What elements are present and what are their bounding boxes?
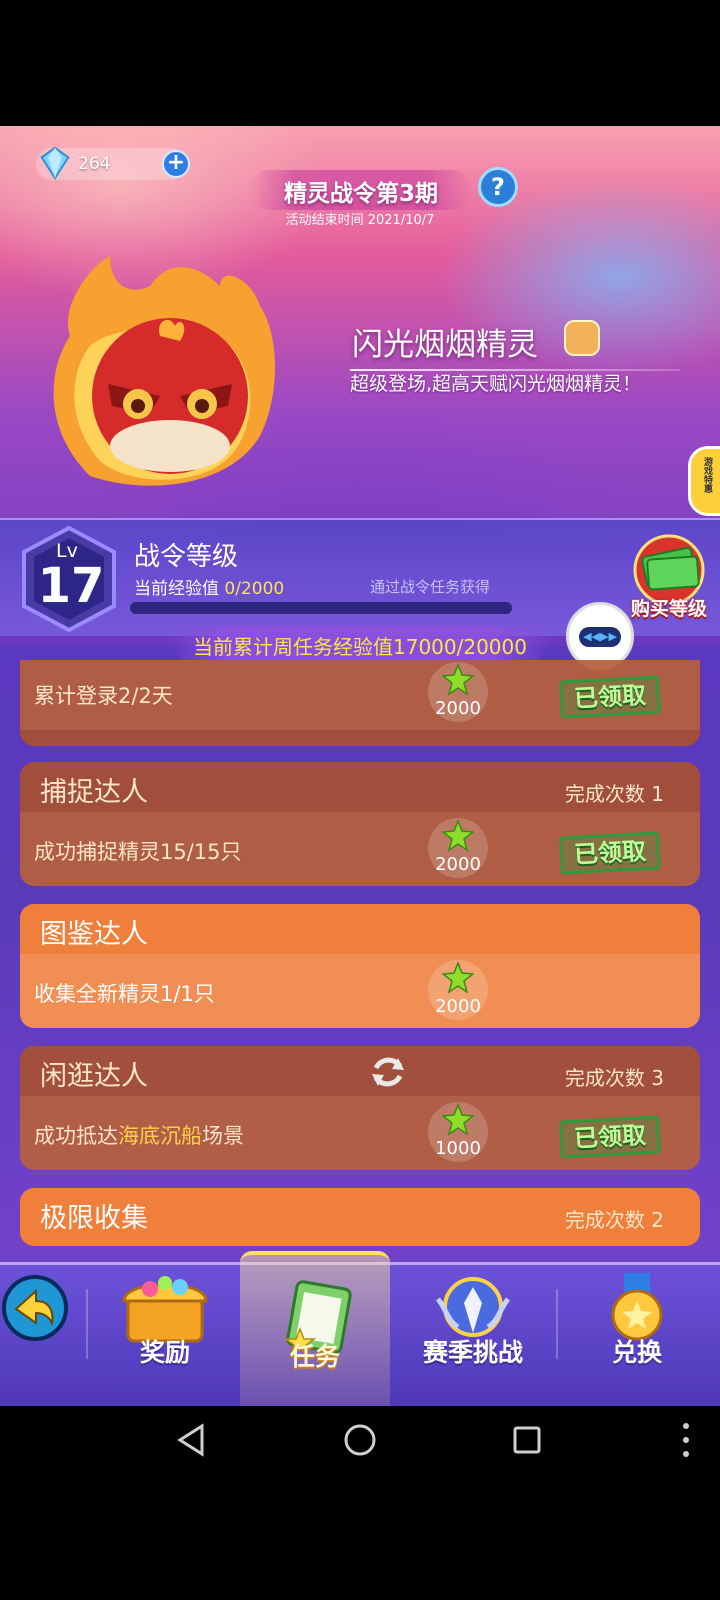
task-body: 成功抵达海底沉船场景 1000 已领取	[20, 1096, 700, 1170]
task-title: 图鉴达人	[40, 919, 148, 950]
side-tab-label: 游戏特惠	[702, 457, 712, 493]
exp-reward: 2000	[428, 662, 488, 722]
task-completion-count: 完成次数 2	[564, 1208, 664, 1232]
desc-text: 场景	[202, 1124, 244, 1148]
exp-star-icon	[442, 1104, 474, 1136]
system-more-icon[interactable]	[676, 1420, 696, 1460]
task-card: 极限收集 完成次数 2	[20, 1188, 700, 1246]
nav-exchange-label: 兑换	[611, 1338, 662, 1367]
desc-location: 海底沉船	[118, 1124, 202, 1148]
nav-tasks[interactable]: 任务	[240, 1251, 390, 1406]
exp-value: 0/2000	[224, 579, 285, 599]
task-body: 累计登录2/2天 2000 已领取	[20, 660, 700, 730]
nav-season-challenge-label: 赛季挑战	[422, 1338, 523, 1367]
task-completion-count: 完成次数 3	[564, 1066, 664, 1090]
creature-name: 闪光烟烟精灵	[352, 327, 538, 363]
event-end-time: 活动结束时间 2021/10/7	[285, 213, 435, 228]
nav-divider	[556, 1289, 558, 1359]
task-description: 收集全新精灵1/1只	[34, 982, 215, 1006]
system-navigation-bar	[0, 1406, 720, 1476]
claimed-stamp: 已领取	[559, 831, 661, 875]
system-back-icon[interactable]	[172, 1420, 212, 1460]
nav-season-challenge[interactable]: 赛季挑战	[398, 1265, 548, 1406]
task-completion-count: 完成次数 1	[564, 782, 664, 806]
task-title: 捕捉达人	[40, 777, 148, 808]
exp-reward: 1000	[428, 1102, 488, 1162]
fire-element-badge	[564, 320, 600, 356]
task-description: 成功抵达海底沉船场景	[34, 1120, 244, 1150]
add-gems-button[interactable]: +	[162, 150, 190, 178]
buy-level-button[interactable]: 购买等级	[622, 532, 716, 628]
exp-hint: 通过战令任务获得	[370, 578, 491, 596]
task-description: 累计登录2/2天	[34, 684, 173, 708]
refresh-icon[interactable]	[368, 1052, 408, 1092]
exp-value: 1000	[435, 1138, 481, 1159]
exp-value: 2000	[435, 698, 481, 719]
system-recents-icon[interactable]	[507, 1420, 547, 1460]
game-screen: 264 + 精灵战令第3期 ? 活动结束时间 2021/10/7 闪光烟烟精灵 …	[0, 126, 720, 1406]
task-card: 图鉴达人 收集全新精灵1/1只 2000	[20, 904, 700, 1028]
claimed-stamp: 已领取	[559, 1115, 661, 1159]
desc-text: 成功抵达	[34, 1124, 118, 1148]
system-home-icon[interactable]	[340, 1420, 380, 1460]
gem-currency: 264 +	[36, 146, 190, 180]
bottom-navigation: 奖励 任务 赛季挑战 兑换	[0, 1251, 720, 1406]
fire-creature-image	[53, 256, 275, 486]
exp-label-text: 当前经验值	[134, 579, 225, 599]
nav-rewards-label: 奖励	[139, 1338, 190, 1367]
exp-reward: 2000	[428, 818, 488, 878]
exp-value: 2000	[435, 996, 481, 1017]
back-arrow-icon	[14, 1288, 54, 1327]
task-card: 累计登录2/2天 2000 已领取	[20, 660, 700, 746]
exp-star-icon	[442, 962, 474, 994]
buy-level-label: 购买等级	[630, 598, 707, 620]
exp-value: 2000	[435, 854, 481, 875]
task-title: 极限收集	[40, 1203, 148, 1234]
diamond-icon	[40, 146, 70, 180]
task-body: 成功捕捉精灵15/15只 2000 已领取	[20, 812, 700, 886]
side-promo-tab[interactable]: 游戏特惠	[688, 446, 720, 516]
task-title: 闲逛达人	[40, 1061, 148, 1092]
exp-progress-bar	[130, 602, 512, 614]
current-exp: 当前经验值 0/2000	[134, 574, 284, 599]
exp-star-icon	[442, 664, 474, 696]
help-button[interactable]: ?	[478, 167, 518, 207]
claimed-stamp: 已领取	[559, 675, 661, 719]
level-label: 战令等级	[134, 542, 239, 572]
cash-icon	[633, 534, 705, 606]
exp-reward: 2000	[428, 960, 488, 1020]
task-card: 捕捉达人 完成次数 1 成功捕捉精灵15/15只 2000 已领取	[20, 762, 700, 886]
nav-divider	[86, 1289, 88, 1359]
season-title: 精灵战令第3期	[283, 181, 438, 207]
gem-count: 264	[78, 154, 111, 174]
task-card: 闲逛达人 完成次数 3 成功抵达海底沉船场景 1000 已领取	[20, 1046, 700, 1170]
nav-exchange[interactable]: 兑换	[562, 1265, 712, 1406]
nav-tasks-label: 任务	[289, 1342, 340, 1371]
fast-forward-icon: ◀◀▶▶	[579, 627, 621, 647]
back-button[interactable]	[2, 1275, 68, 1341]
task-description: 成功捕捉精灵15/15只	[34, 840, 242, 864]
weekly-exp-text: 当前累计周任务经验值17000/20000	[193, 635, 527, 659]
level-number: 17	[37, 558, 105, 614]
exp-star-icon	[442, 820, 474, 852]
creature-description: 超级登场,超高天赋闪光烟烟精灵！	[350, 373, 642, 395]
task-body: 收集全新精灵1/1只 2000	[20, 954, 700, 1028]
nav-rewards[interactable]: 奖励	[90, 1265, 240, 1406]
